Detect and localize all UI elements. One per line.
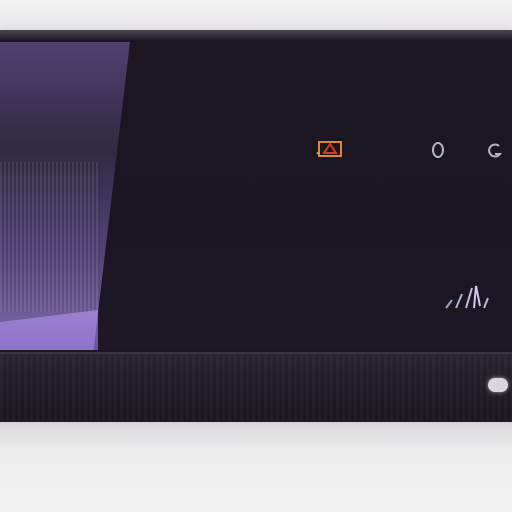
photo [0, 0, 512, 512]
screen [0, 42, 512, 350]
bottom-bezel [0, 352, 512, 424]
display-device [0, 30, 512, 424]
g-icon [486, 142, 506, 160]
power-led-icon[interactable] [488, 378, 508, 392]
circle-icon [432, 142, 444, 158]
device-top-edge [0, 30, 512, 40]
bezel-texture [0, 354, 512, 424]
status-icons [300, 138, 512, 162]
table-surface [0, 422, 512, 512]
alarm-icon [316, 140, 346, 158]
signal-mark-icon [442, 278, 502, 312]
reflection-noise [0, 162, 100, 312]
